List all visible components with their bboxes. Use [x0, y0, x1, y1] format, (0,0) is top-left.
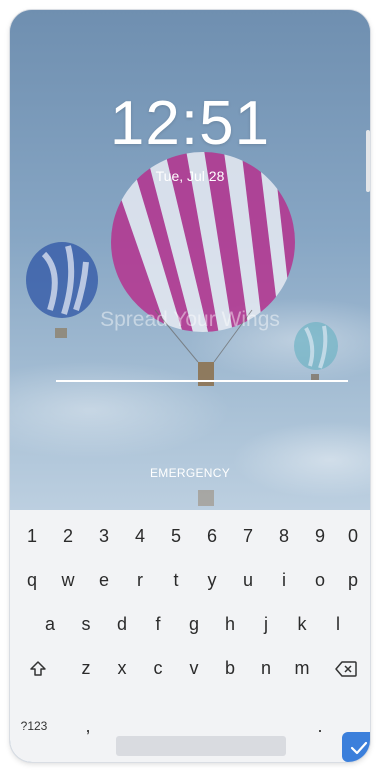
key-t[interactable]: t: [158, 560, 194, 600]
key-h[interactable]: h: [212, 604, 248, 644]
shift-key[interactable]: [14, 648, 62, 688]
keyboard-number-row: 1 2 3 4 5 6 7 8 9 0: [10, 516, 370, 556]
side-button: [366, 130, 370, 192]
key-9[interactable]: 9: [302, 516, 338, 556]
backspace-key[interactable]: [324, 648, 368, 688]
balloon-illustration: [26, 152, 338, 506]
password-field[interactable]: [56, 380, 348, 382]
key-4[interactable]: 4: [122, 516, 158, 556]
key-1[interactable]: 1: [14, 516, 50, 556]
key-e[interactable]: e: [86, 560, 122, 600]
key-b[interactable]: b: [212, 648, 248, 688]
key-p[interactable]: p: [338, 560, 368, 600]
symbols-key[interactable]: ?123: [14, 706, 54, 746]
key-2[interactable]: 2: [50, 516, 86, 556]
key-i[interactable]: i: [266, 560, 302, 600]
key-n[interactable]: n: [248, 648, 284, 688]
keyboard-row-asdf: a s d f g h j k l: [10, 604, 370, 644]
phone-frame: 12:51 Tue, Jul 28 Spread Your Wings EMER…: [10, 10, 370, 762]
key-d[interactable]: d: [104, 604, 140, 644]
key-z[interactable]: z: [68, 648, 104, 688]
key-u[interactable]: u: [230, 560, 266, 600]
lockscreen-date: Tue, Jul 28: [155, 168, 225, 184]
keyboard-row-qwerty: q w e r t y u i o p: [10, 560, 370, 600]
key-g[interactable]: g: [176, 604, 212, 644]
key-k[interactable]: k: [284, 604, 320, 644]
key-s[interactable]: s: [68, 604, 104, 644]
backspace-icon: [335, 661, 357, 677]
key-c[interactable]: c: [140, 648, 176, 688]
key-y[interactable]: y: [194, 560, 230, 600]
check-icon: [350, 741, 368, 754]
key-3[interactable]: 3: [86, 516, 122, 556]
shift-icon: [30, 661, 46, 676]
owner-message: Spread Your Wings: [100, 308, 280, 331]
spacebar[interactable]: [116, 736, 286, 756]
key-8[interactable]: 8: [266, 516, 302, 556]
key-7[interactable]: 7: [230, 516, 266, 556]
key-f[interactable]: f: [140, 604, 176, 644]
key-6[interactable]: 6: [194, 516, 230, 556]
lockscreen-clock: 12:51: [109, 89, 271, 158]
key-a[interactable]: a: [32, 604, 68, 644]
emergency-call-button[interactable]: EMERGENCY: [10, 466, 370, 480]
comma-key[interactable]: ,: [76, 706, 100, 746]
period-key[interactable]: .: [308, 706, 332, 746]
key-x[interactable]: x: [104, 648, 140, 688]
keyboard-row-zxcv: z x c v b n m: [10, 648, 370, 688]
onscreen-keyboard: 1 2 3 4 5 6 7 8 9 0 q w e r t y u i o p …: [10, 510, 370, 762]
key-o[interactable]: o: [302, 560, 338, 600]
key-w[interactable]: w: [50, 560, 86, 600]
key-l[interactable]: l: [320, 604, 356, 644]
key-m[interactable]: m: [284, 648, 320, 688]
key-v[interactable]: v: [176, 648, 212, 688]
lockscreen-wallpaper: 12:51 Tue, Jul 28 Spread Your Wings EMER…: [10, 10, 370, 510]
enter-key[interactable]: [342, 732, 370, 762]
key-r[interactable]: r: [122, 560, 158, 600]
key-q[interactable]: q: [14, 560, 50, 600]
key-0[interactable]: 0: [338, 516, 368, 556]
key-5[interactable]: 5: [158, 516, 194, 556]
key-j[interactable]: j: [248, 604, 284, 644]
